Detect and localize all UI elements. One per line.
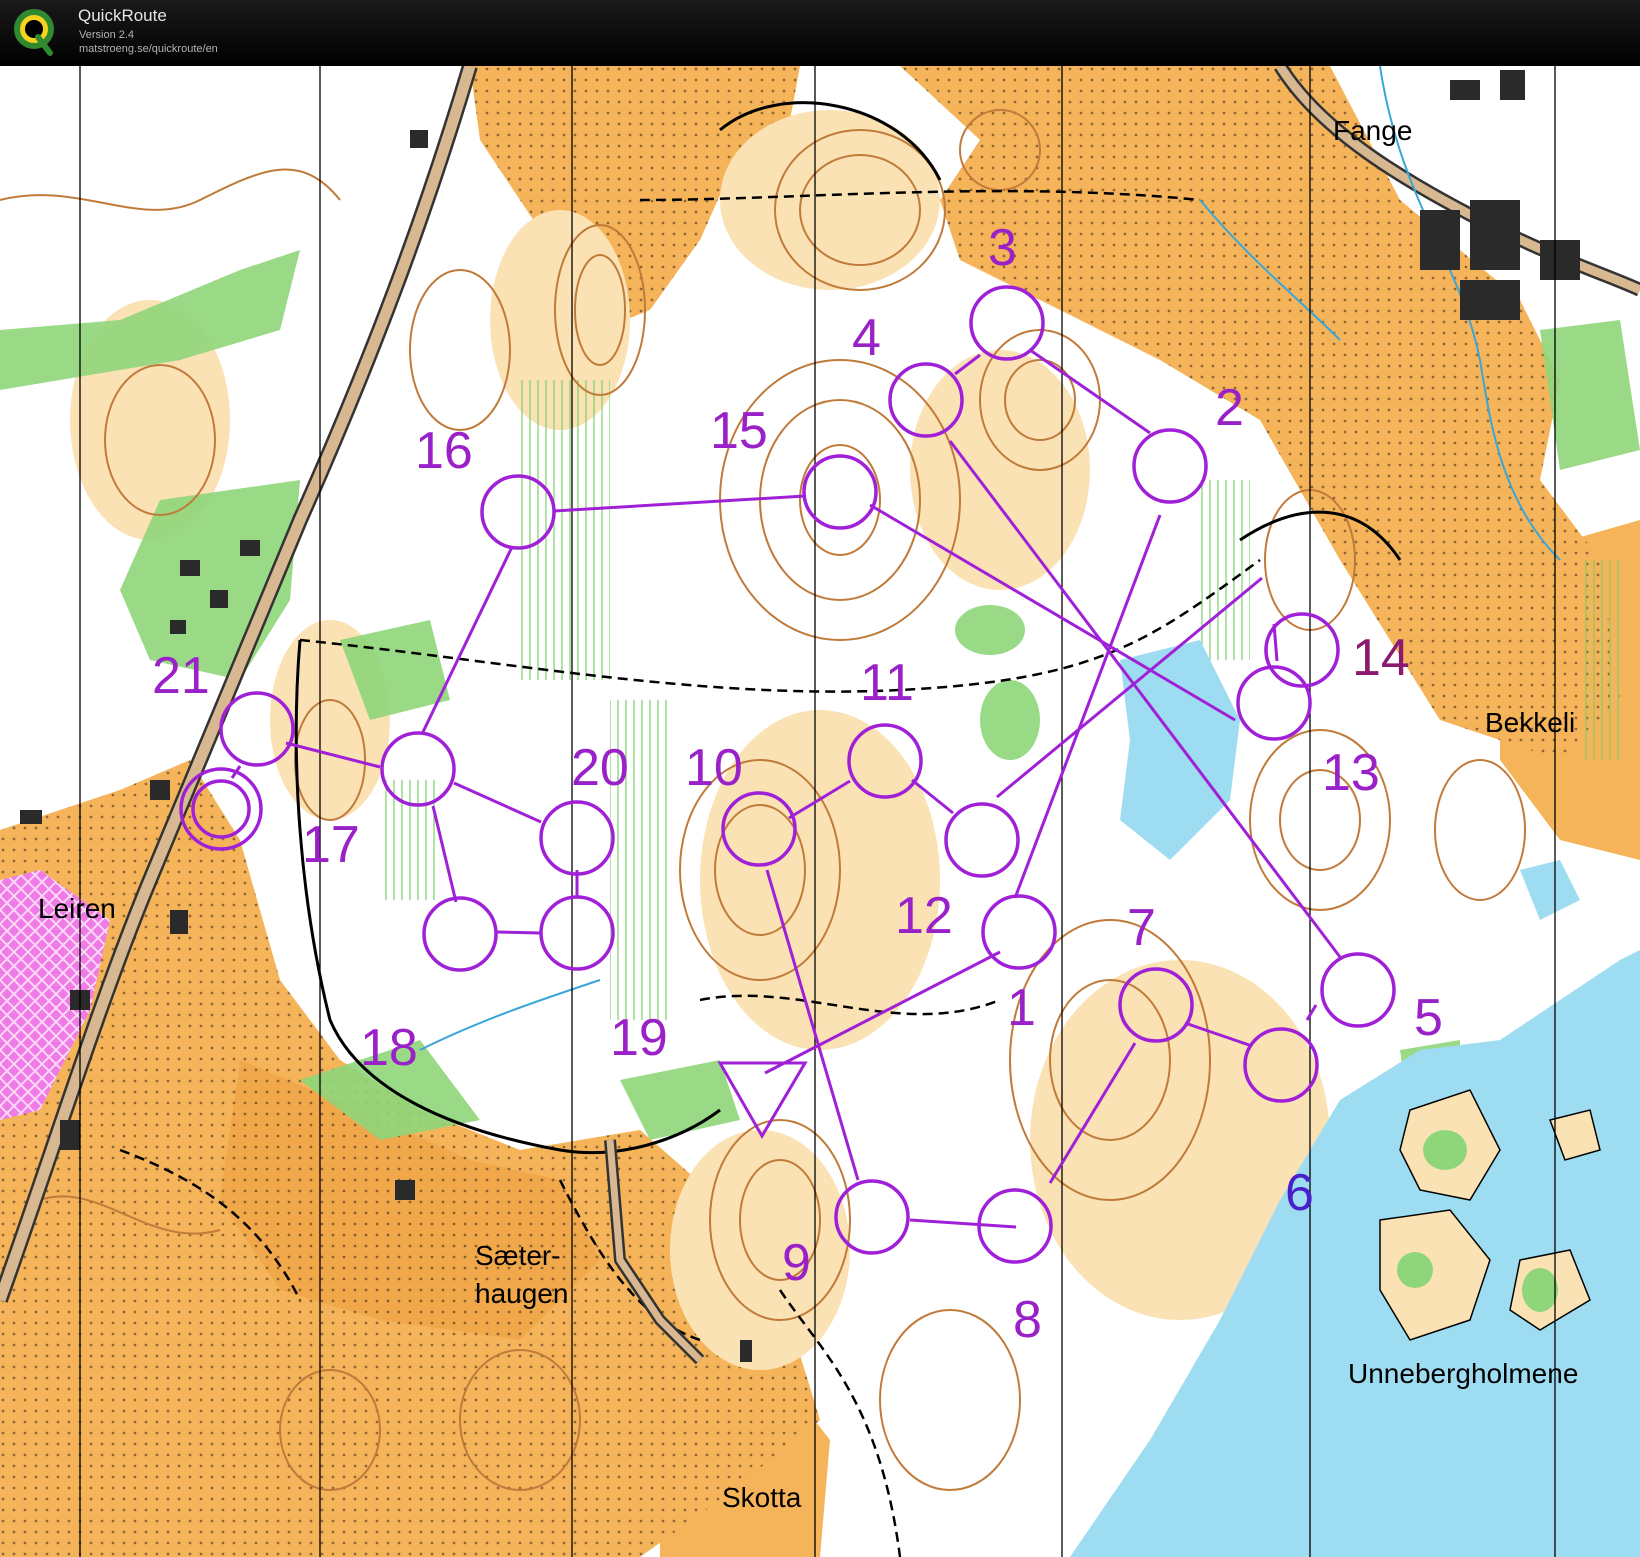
place-name-skotta: Skotta	[722, 1482, 802, 1513]
title-bar: QuickRoute Version 2.4 matstroeng.se/qui…	[0, 0, 1640, 66]
control-number-19: 19	[610, 1009, 668, 1067]
control-number-5: 5	[1414, 989, 1443, 1047]
control-number-13: 13	[1322, 744, 1380, 802]
place-name-bekkeli: Bekkeli	[1485, 707, 1575, 738]
place-name-saeterhaugen-1: Sæter-	[475, 1240, 561, 1271]
control-number-1: 1	[1007, 979, 1036, 1037]
place-name-saeterhaugen-2: haugen	[475, 1278, 568, 1309]
app-name: QuickRoute	[78, 6, 167, 25]
control-number-17: 17	[302, 816, 360, 874]
control-number-20: 20	[571, 739, 629, 797]
place-name-unnebergholmene: Unnebergholmene	[1348, 1358, 1578, 1389]
place-name-leiren: Leiren	[38, 893, 116, 924]
control-number-15: 15	[710, 402, 768, 460]
control-number-6: 6	[1285, 1164, 1314, 1222]
control-number-8: 8	[1013, 1291, 1042, 1349]
control-number-7: 7	[1127, 899, 1156, 957]
quickroute-window: QuickRoute Version 2.4 matstroeng.se/qui…	[0, 0, 1640, 1557]
control-number-12: 12	[895, 887, 953, 945]
control-number-9: 9	[782, 1234, 811, 1292]
control-number-16: 16	[415, 422, 473, 480]
control-number-3: 3	[988, 219, 1017, 277]
control-number-10: 10	[685, 739, 743, 797]
control-number-11: 11	[860, 654, 914, 712]
place-name-fange: Fange	[1333, 115, 1412, 146]
control-number-4: 4	[852, 309, 881, 367]
control-number-14: 14	[1352, 629, 1410, 687]
orienteering-map[interactable]: Fange Bekkeli Leiren Sæter- haugen Skott…	[0, 66, 1640, 1557]
control-number-18: 18	[360, 1019, 418, 1077]
control-number-2: 2	[1215, 379, 1244, 437]
quickroute-logo-icon	[14, 9, 54, 56]
app-url: matstroeng.se/quickroute/en	[79, 43, 218, 55]
control-number-21: 21	[152, 647, 210, 705]
app-version: Version 2.4	[79, 29, 135, 41]
